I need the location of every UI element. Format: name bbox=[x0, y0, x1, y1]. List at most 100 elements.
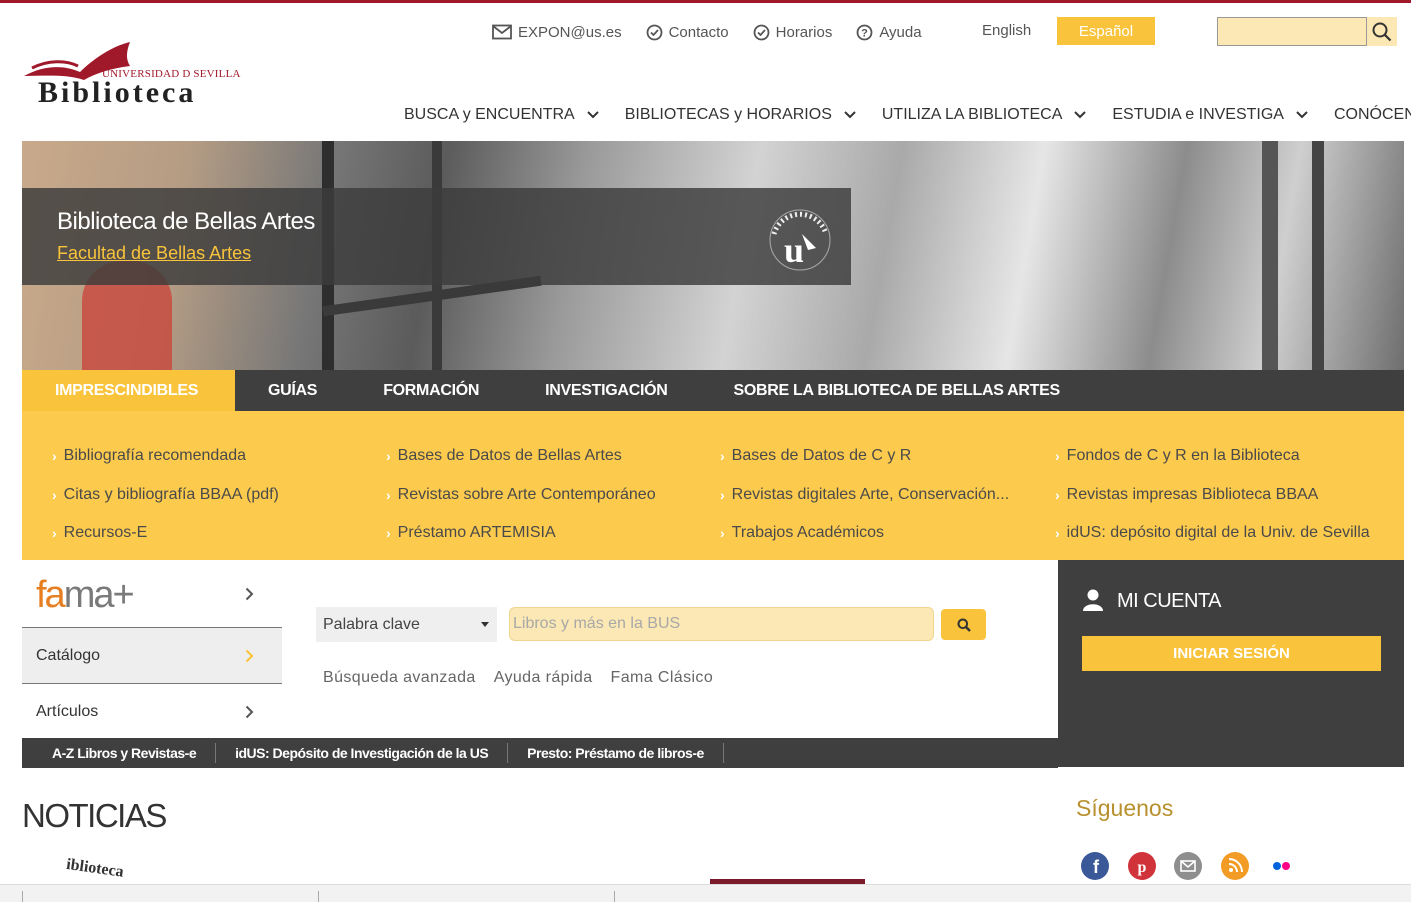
top-link-contacto[interactable]: Contacto bbox=[646, 24, 729, 41]
nav-label: BIBLIOTECAS y HORARIOS bbox=[624, 106, 832, 123]
rss-icon[interactable] bbox=[1221, 852, 1249, 880]
catalog-search-button[interactable] bbox=[941, 609, 986, 640]
svg-text:?: ? bbox=[861, 27, 868, 39]
quicklinks-column: › Fondos de C y R en la Biblioteca › Revis… bbox=[1055, 437, 1370, 553]
hero-photo-detail bbox=[1262, 141, 1278, 370]
facebook-icon[interactable]: f bbox=[1081, 852, 1109, 880]
nav-conocenos[interactable]: CONÓCENOS bbox=[1334, 106, 1411, 124]
site-search-button[interactable] bbox=[1367, 17, 1397, 46]
quicklink-label: Bibliografía recomendada bbox=[63, 447, 247, 465]
chevron-down-icon bbox=[844, 111, 856, 119]
az-journals-link[interactable]: A-Z Libros y Revistas-e bbox=[22, 743, 217, 763]
lang-english-link[interactable]: English bbox=[982, 22, 1031, 39]
email-icon[interactable] bbox=[1174, 852, 1202, 880]
quicklink-label: Trabajos Académicos bbox=[731, 524, 885, 542]
quicklink[interactable]: › Préstamo ARTEMISIA bbox=[386, 514, 656, 553]
check-circle-icon bbox=[753, 24, 770, 40]
quicklink[interactable]: › Recursos-E bbox=[52, 514, 279, 553]
quicklink-label: Bases de Datos de Bellas Artes bbox=[397, 447, 622, 465]
sidebar-item-label: Catálogo bbox=[36, 646, 101, 664]
sidebar-item-label: Artículos bbox=[36, 703, 99, 720]
fama-menu-item[interactable]: fama+ bbox=[22, 560, 282, 628]
search-icon bbox=[957, 618, 971, 632]
check-circle-icon bbox=[646, 24, 662, 40]
presto-link[interactable]: Presto: Préstamo de libros-e bbox=[508, 743, 724, 763]
chevron-right-icon: › bbox=[1055, 486, 1060, 503]
news-heading: NOTICIAS bbox=[22, 797, 167, 834]
fama-classic-link[interactable]: Fama Clásico bbox=[611, 669, 714, 687]
quicklink[interactable]: › Revistas digitales Arte, Conservación..… bbox=[720, 476, 1009, 515]
login-button[interactable]: INICIAR SESIÓN bbox=[1082, 636, 1381, 671]
hero-title: Biblioteca de Bellas Artes bbox=[57, 208, 315, 235]
chevron-right-icon: › bbox=[720, 448, 725, 465]
site-search-input[interactable] bbox=[1217, 17, 1367, 46]
svg-text:p: p bbox=[1138, 859, 1147, 876]
nav-label: CONÓCENOS bbox=[1333, 106, 1411, 123]
chevron-right-icon: › bbox=[720, 486, 725, 503]
top-border bbox=[0, 0, 1411, 3]
tab-imprescindibles[interactable]: IMPRESCINDIBLES bbox=[22, 370, 235, 411]
quicklink-label: Revistas sobre Arte Contemporáneo bbox=[397, 485, 656, 503]
tab-guias[interactable]: GUÍAS bbox=[235, 370, 350, 411]
tab-sobre-biblioteca[interactable]: SOBRE LA BIBLIOTECA DE BELLAS ARTES bbox=[701, 370, 1093, 411]
chevron-right-icon: › bbox=[720, 525, 725, 542]
quicklink[interactable]: › Citas y bibliografía BBAA (pdf) bbox=[52, 476, 279, 515]
follow-heading: Síguenos bbox=[1076, 795, 1174, 821]
quicklink[interactable]: › idUS: depósito digital de la Univ. de S… bbox=[1055, 514, 1370, 553]
chevron-down-icon bbox=[1074, 111, 1087, 119]
flickr-icon[interactable] bbox=[1267, 852, 1295, 880]
account-title: MI CUENTA bbox=[1117, 590, 1222, 612]
catalog-search-input[interactable]: Libros y más en la BUS bbox=[509, 607, 934, 641]
chevron-right-icon: › bbox=[1055, 525, 1060, 542]
quicklink[interactable]: › Fondos de C y R en la Biblioteca bbox=[1055, 437, 1370, 476]
top-link-ayuda[interactable]: ? Ayuda bbox=[856, 24, 922, 41]
chevron-right-icon bbox=[245, 587, 254, 600]
quicklink-label: Recursos-E bbox=[63, 524, 148, 542]
hero-faculty-link[interactable]: Facultad de Bellas Artes bbox=[57, 243, 251, 264]
quicklink[interactable]: › Bibliografía recomendada bbox=[52, 437, 279, 476]
nav-estudia-investiga[interactable]: ESTUDIA e INVESTIGA bbox=[1112, 106, 1308, 124]
quicklinks-panel: › Bibliografía recomendada › Citas y bibli… bbox=[22, 411, 1404, 560]
chevron-down-icon bbox=[1296, 111, 1308, 119]
nav-utiliza-biblioteca[interactable]: UTILIZA LA BIBLIOTECA bbox=[882, 106, 1087, 124]
tab-formacion[interactable]: FORMACIÓN bbox=[350, 370, 512, 411]
quicklink[interactable]: › Bases de Datos de Bellas Artes bbox=[386, 437, 656, 476]
top-link-email[interactable]: EXPON@us.es bbox=[492, 24, 622, 41]
quicklink[interactable]: › Bases de Datos de C y R bbox=[720, 437, 1009, 476]
quicklink[interactable]: › Trabajos Académicos bbox=[720, 514, 1009, 553]
biblioteca-logo[interactable]: UNIVERSIDAD D SEVILLA Biblioteca bbox=[22, 38, 242, 113]
top-link-horarios[interactable]: Horarios bbox=[753, 23, 833, 41]
search-type-select[interactable]: Palabra clave bbox=[316, 607, 497, 642]
main-navigation: BUSCA y ENCUENTRA BIBLIOTECAS y HORARIOS… bbox=[404, 106, 1411, 124]
catalog-search-placeholder: Libros y más en la BUS bbox=[513, 615, 681, 632]
chevron-right-icon: › bbox=[386, 486, 391, 503]
advanced-search-link[interactable]: Búsqueda avanzada bbox=[323, 669, 476, 687]
quicklink-label: Bases de Datos de C y R bbox=[731, 447, 912, 465]
chevron-down-icon bbox=[586, 111, 599, 119]
chevron-right-icon: › bbox=[1055, 448, 1060, 465]
sidebar-item-catalogo[interactable]: Catálogo bbox=[22, 628, 282, 684]
nav-label: BUSCA y ENCUENTRA bbox=[404, 106, 575, 123]
tab-investigacion[interactable]: INVESTIGACIÓN bbox=[512, 370, 700, 411]
quicklink[interactable]: › Revistas sobre Arte Contemporáneo bbox=[386, 476, 656, 515]
quick-help-link[interactable]: Ayuda rápida bbox=[494, 669, 593, 687]
fama-logo: fama+ bbox=[36, 574, 135, 617]
fama-logo-text: fama+ bbox=[36, 574, 135, 616]
pinterest-icon[interactable]: p bbox=[1128, 852, 1156, 880]
bottom-divider-bar bbox=[0, 884, 1411, 902]
nav-bibliotecas-horarios[interactable]: BIBLIOTECAS y HORARIOS bbox=[625, 106, 856, 124]
quicklink[interactable]: › Revistas impresas Biblioteca BBAA bbox=[1055, 476, 1370, 515]
top-links: EXPON@us.es Contacto Horarios ? Ayuda bbox=[492, 18, 946, 46]
lang-spanish-button[interactable]: Español bbox=[1057, 17, 1155, 45]
search-icon bbox=[1372, 22, 1392, 41]
quicklinks-column: › Bibliografía recomendada › Citas y bibli… bbox=[52, 437, 279, 553]
help-circle-icon: ? bbox=[856, 24, 873, 40]
chevron-right-icon bbox=[245, 705, 254, 719]
search-type-value: Palabra clave bbox=[323, 615, 420, 633]
chevron-right-icon: › bbox=[386, 448, 391, 465]
university-seal-icon: u bbox=[769, 209, 831, 271]
nav-busca-encuentra[interactable]: BUSCA y ENCUENTRA bbox=[404, 106, 599, 124]
top-link-horarios-label: Horarios bbox=[775, 23, 833, 41]
idus-link[interactable]: idUS: Depósito de Investigación de la US bbox=[216, 743, 509, 763]
sidebar-item-articulos[interactable]: Artículos bbox=[22, 684, 282, 740]
